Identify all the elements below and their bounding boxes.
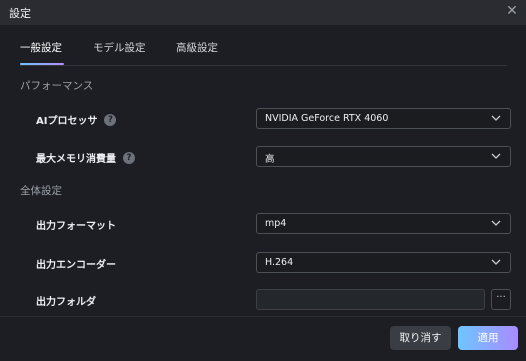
tab-advanced[interactable]: 高級設定 [176,40,218,55]
output-format-row-label: 出力フォーマット [36,217,116,232]
ai-processor-select[interactable]: NVIDIA GeForce RTX 4060 [256,108,511,129]
apply-button[interactable]: 適用 [458,326,518,350]
output-encoder-value: H.264 [265,257,294,268]
title-bar: 設定 ✕ [0,0,526,25]
max-memory-select[interactable]: 高 [256,146,511,167]
ai-processor-label: AIプロセッサ [36,116,98,127]
tab-model[interactable]: モデル設定 [93,40,146,55]
window-title: 設定 [9,7,31,20]
ellipsis-icon: ··· [496,292,506,303]
close-icon[interactable]: ✕ [505,4,519,18]
output-encoder-select[interactable]: H.264 [256,252,511,273]
max-memory-value: 高 [265,154,275,165]
settings-dialog: 設定 ✕ 一般設定 モデル設定 高級設定 パフォーマンス AIプロセッサ ? N… [0,0,526,361]
footer-divider [0,316,526,317]
cancel-button[interactable]: 取り消す [390,326,451,350]
help-icon[interactable]: ? [104,113,117,126]
ai-processor-value: NVIDIA GeForce RTX 4060 [265,113,389,124]
browse-folder-button[interactable]: ··· [491,289,511,310]
section-title-global: 全体設定 [20,185,62,197]
tab-bar: 一般設定 モデル設定 高級設定 [0,25,526,65]
chevron-down-icon [491,259,501,265]
chevron-down-icon [491,153,501,159]
output-format-label: 出力フォーマット [36,221,116,232]
max-memory-row-label: 最大メモリ消費量 ? [36,150,135,165]
chevron-down-icon [491,115,501,121]
tab-general[interactable]: 一般設定 [20,40,62,55]
section-title-performance: パフォーマンス [20,80,94,92]
output-folder-row-label: 出力フォルダ [36,293,96,308]
ai-processor-row-label: AIプロセッサ ? [36,112,117,127]
chevron-down-icon [491,220,501,226]
tabs-divider [20,65,507,66]
output-encoder-label: 出力エンコーダー [36,260,116,271]
output-format-select[interactable]: mp4 [256,213,511,234]
max-memory-label: 最大メモリ消費量 [36,154,116,165]
output-folder-label: 出力フォルダ [36,297,96,308]
output-format-value: mp4 [265,218,287,229]
output-encoder-row-label: 出力エンコーダー [36,256,116,271]
help-icon[interactable]: ? [123,151,135,164]
output-folder-field[interactable] [256,289,485,310]
